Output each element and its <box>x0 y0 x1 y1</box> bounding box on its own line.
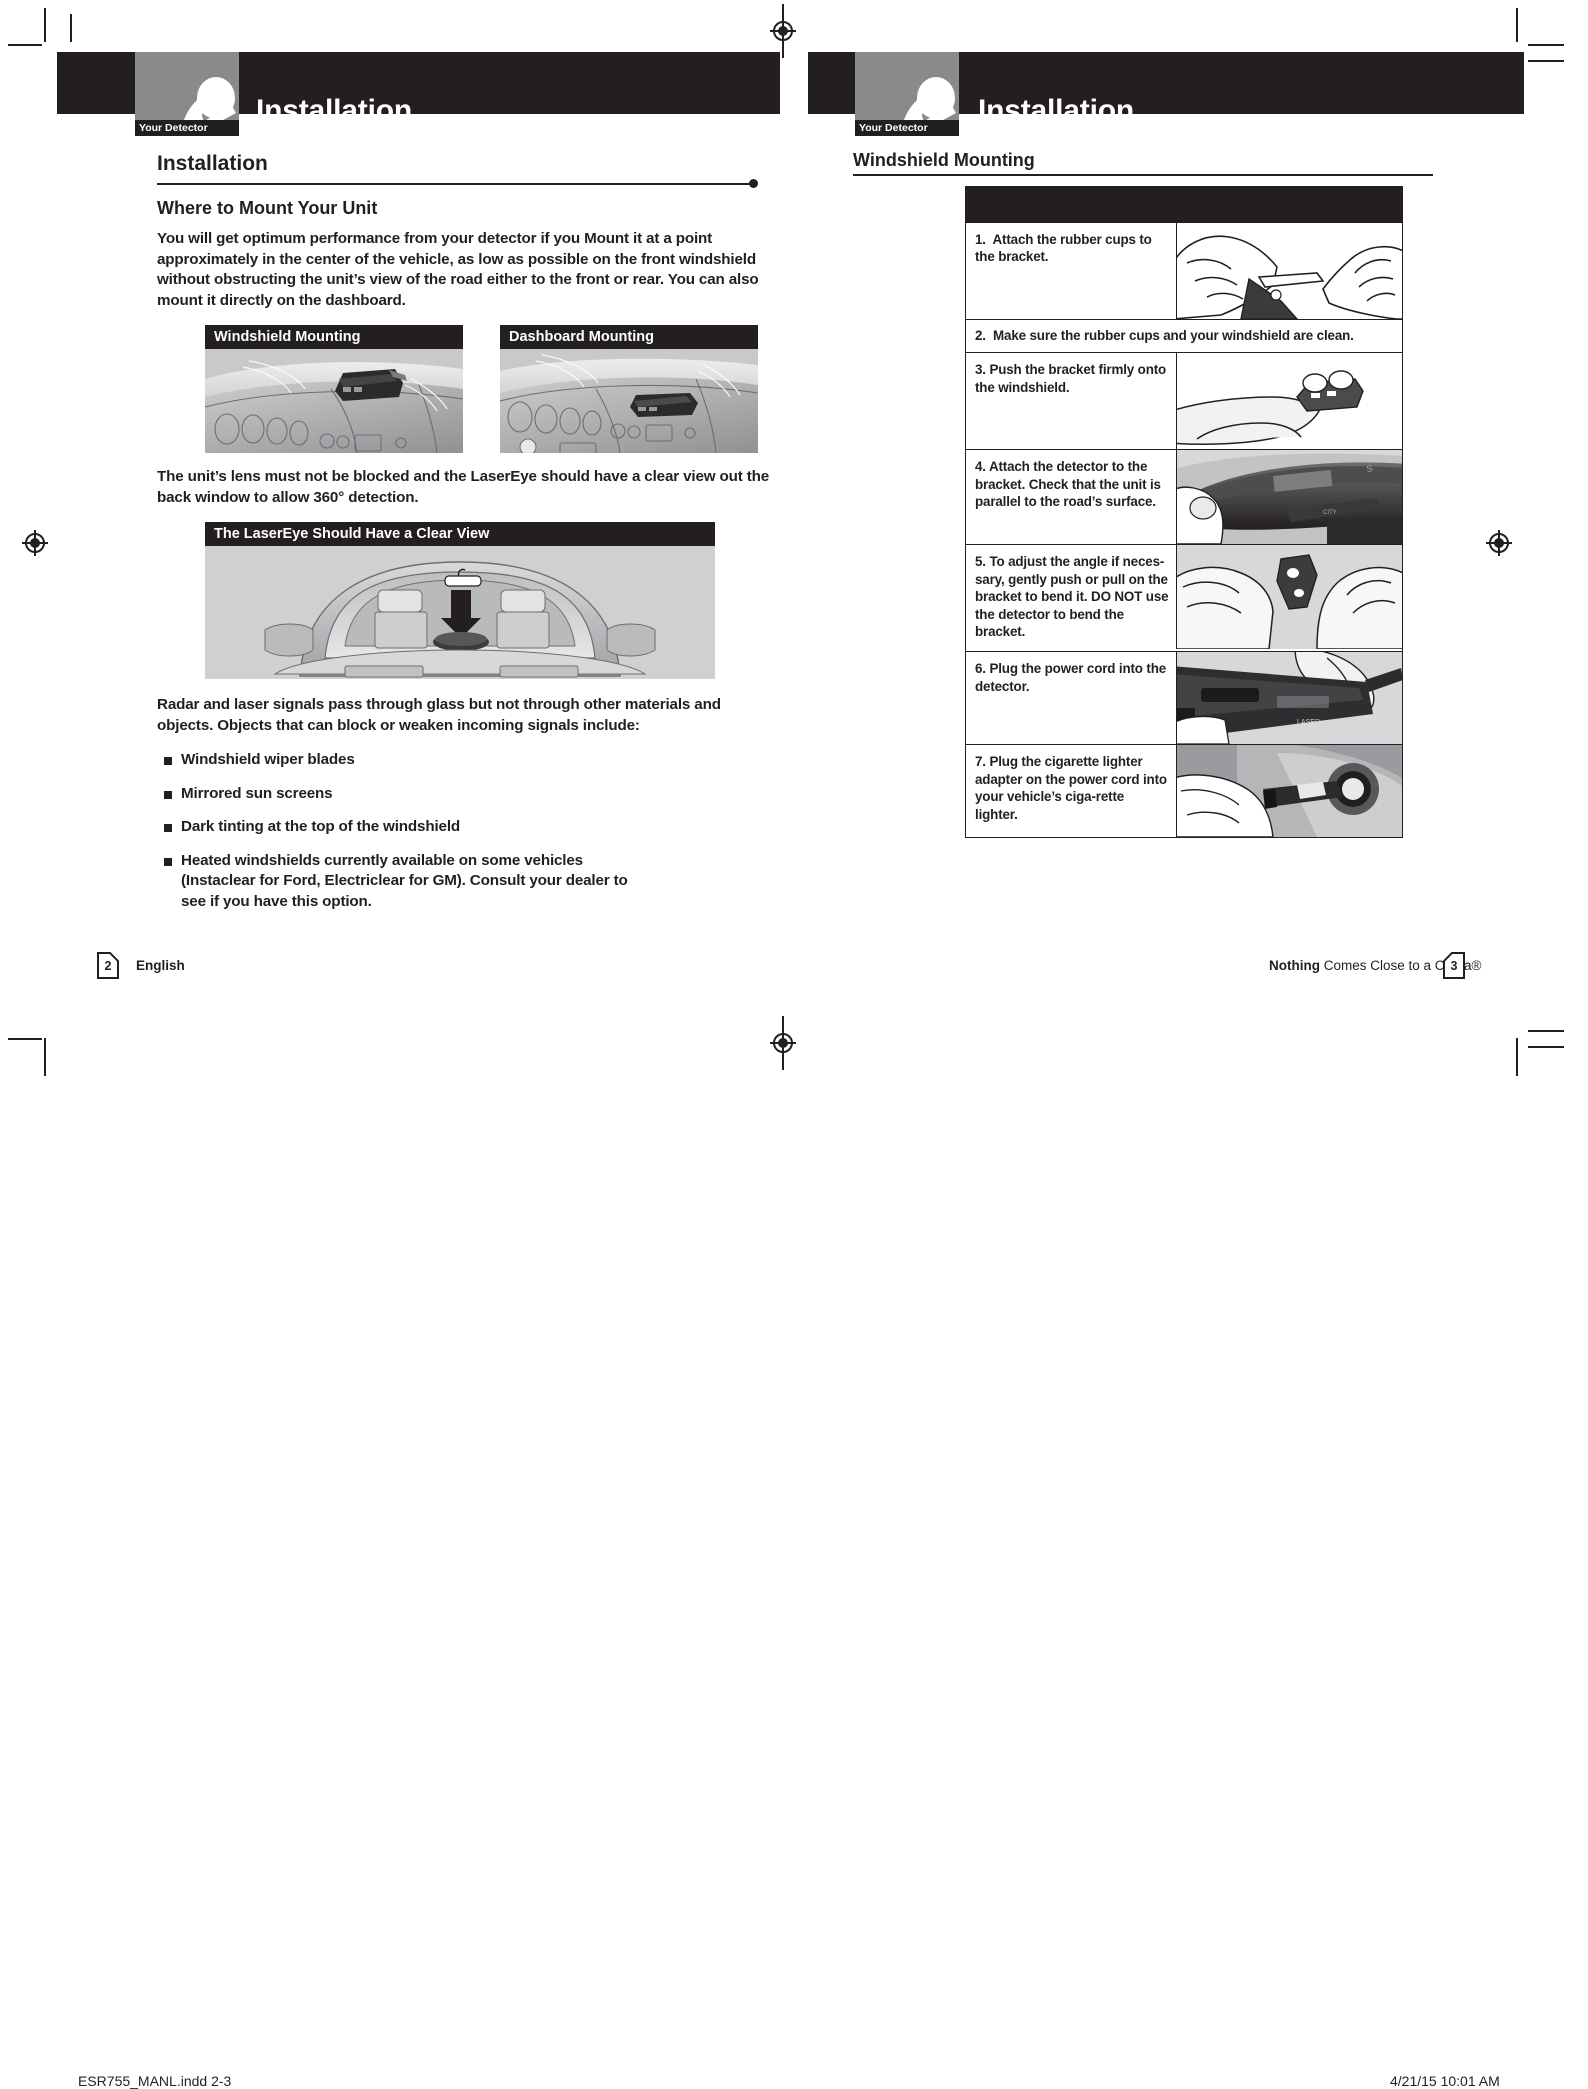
step-text: 3. Push the bracket firmly onto the wind… <box>966 353 1176 449</box>
svg-text:CITY: CITY <box>1323 510 1337 516</box>
bullet-square-icon <box>164 857 172 866</box>
windshield-mounting-illustration <box>205 349 463 453</box>
left-page-footer-label: English <box>136 958 185 973</box>
attach-detector-illustration: S CITY <box>1176 450 1402 545</box>
step-number: 1. <box>975 231 986 247</box>
intro-bold-word: Mount <box>584 230 629 247</box>
blocking-objects-list: Windshield wiper blades Mirrored sun scr… <box>157 750 777 912</box>
windshield-mounting-steps-table: 1. Attach the rubber cups to the bracket… <box>965 185 1403 839</box>
right-page-title-rule <box>853 174 1433 176</box>
rear-view-clear-view-illustration <box>205 546 715 679</box>
right-page-tab-label: Your Detector <box>855 120 959 136</box>
cigarette-lighter-illustration <box>1176 745 1402 838</box>
table-row: 4. Attach the detector to the bracket. C… <box>966 449 1402 545</box>
figure-windshield-mounting: Windshield Mounting <box>205 325 463 453</box>
lens-paragraph: The unit’s lens must not be blocked and … <box>157 468 770 506</box>
step-text: 6. Plug the power cord into the detector… <box>966 652 1176 744</box>
list-item-label: Dark tinting at the top of the windshiel… <box>181 818 461 835</box>
table-row: 1. Attach the rubber cups to the bracket… <box>966 221 1402 319</box>
step-label: Plug the cigarette lighter adapter on th… <box>975 754 1167 822</box>
table-row: 6. Plug the power cord into the detector… <box>966 651 1402 745</box>
list-item-label: Heated windshields currently available o… <box>181 851 628 910</box>
step-text: 4. Attach the detector to the bracket. C… <box>966 450 1176 544</box>
table-row: 7. Plug the cigarette lighter adapter on… <box>966 744 1402 838</box>
step-label: Plug the power cord into the detector. <box>975 661 1167 694</box>
signals-paragraph: Radar and laser signals pass through gla… <box>157 696 721 734</box>
figure-clear-view: The LaserEye Should Have a Clear View <box>205 522 715 679</box>
bend-bracket-illustration <box>1176 545 1402 650</box>
table-row: 5. To adjust the angle if neces-sary, ge… <box>966 544 1402 651</box>
left-page-banner-title: Installation <box>256 94 412 127</box>
attach-rubber-cups-illustration <box>1176 222 1402 319</box>
figure-dashboard-mounting: Dashboard Mounting <box>500 325 758 453</box>
list-item: Mirrored sun screens <box>157 784 777 805</box>
step-number: 7. <box>975 754 986 770</box>
step-number: 5. <box>975 554 986 570</box>
bullet-square-icon <box>164 790 172 799</box>
print-timestamp: 4/21/15 10:01 AM <box>1390 2073 1500 2089</box>
intro-paragraph: You will get optimum performance from yo… <box>157 229 777 311</box>
manual-spread: Your Detector Installation Installation … <box>0 0 1588 1100</box>
step-number: 3. <box>975 362 986 378</box>
step-number: 2. <box>975 327 986 343</box>
table-row: 2. Make sure the rubber cups and your wi… <box>966 318 1402 353</box>
figure-caption: The LaserEye Should Have a Clear View <box>205 522 715 546</box>
page-fold-icon <box>109 952 119 962</box>
step-label: Attach the detector to <box>988 459 1128 475</box>
step-text: 7. Plug the cigarette lighter adapter on… <box>966 745 1176 837</box>
left-page-body: Installation Where to Mount Your Unit Yo… <box>157 140 777 925</box>
list-item: Heated windshields currently available o… <box>157 851 651 913</box>
step-text: 5. To adjust the angle if neces-sary, ge… <box>966 545 1176 651</box>
print-info-bar: ESR755_MANL.indd 2-3 4/21/15 10:01 AM <box>0 1030 1588 2089</box>
left-page-tab-label: Your Detector <box>135 120 239 136</box>
right-page-number-badge: 3 <box>1443 952 1465 979</box>
step-label: Attach the rubber cups to the bracket. <box>975 231 1152 265</box>
page-title: Installation <box>157 152 268 175</box>
list-item: Dark tinting at the top of the windshiel… <box>157 817 777 838</box>
title-rule <box>157 178 777 192</box>
tagline-bold: Nothing <box>1269 958 1320 973</box>
bullet-square-icon <box>164 824 172 832</box>
step-text: 2. Make sure the rubber cups and your wi… <box>966 320 1402 353</box>
step-label: Make sure the rubber cups and your winds… <box>993 327 1354 343</box>
left-page-number-badge: 2 <box>97 952 119 979</box>
step-number: 6. <box>975 661 986 677</box>
step-label: To adjust the angle if neces-sary, gentl… <box>975 554 1169 640</box>
title-rule-dot <box>749 179 758 188</box>
intro-text-1: You will get optimum performance from yo… <box>157 230 585 247</box>
right-page-banner-title: Installation <box>978 94 1134 127</box>
mounting-figure-row: Windshield Mounting Dashboard Mounting <box>205 325 758 453</box>
list-item-label: Mirrored sun screens <box>181 784 333 802</box>
figure-caption: Dashboard Mounting <box>500 325 758 349</box>
indd-file-name: ESR755_MANL.indd 2-3 <box>78 2073 232 2089</box>
list-item: Windshield wiper blades <box>157 750 777 771</box>
right-page-body: Windshield Mounting 1. Attach the rubber… <box>853 140 1433 839</box>
right-page-title: Windshield Mounting <box>853 150 1035 170</box>
figure-caption: Windshield Mounting <box>205 325 463 349</box>
push-bracket-illustration <box>1176 353 1402 450</box>
subsection-title: Where to Mount Your Unit <box>157 198 378 218</box>
bullet-square-icon <box>164 757 172 765</box>
dashboard-mounting-illustration <box>500 349 758 453</box>
step-text: 1. Attach the rubber cups to the bracket… <box>966 223 1176 319</box>
list-item-label: Windshield wiper blades <box>181 751 355 768</box>
page-fold-icon <box>1443 952 1453 962</box>
table-row: 3. Push the bracket firmly onto the wind… <box>966 352 1402 450</box>
plug-power-cord-illustration: LASER <box>1176 652 1402 745</box>
svg-text:LASER: LASER <box>1297 719 1320 726</box>
title-rule-line <box>157 183 751 185</box>
steps-table-header <box>966 186 1402 222</box>
step-label: Push the bracket firmly onto the windshi… <box>975 362 1167 395</box>
step-number: 4. <box>975 459 986 475</box>
